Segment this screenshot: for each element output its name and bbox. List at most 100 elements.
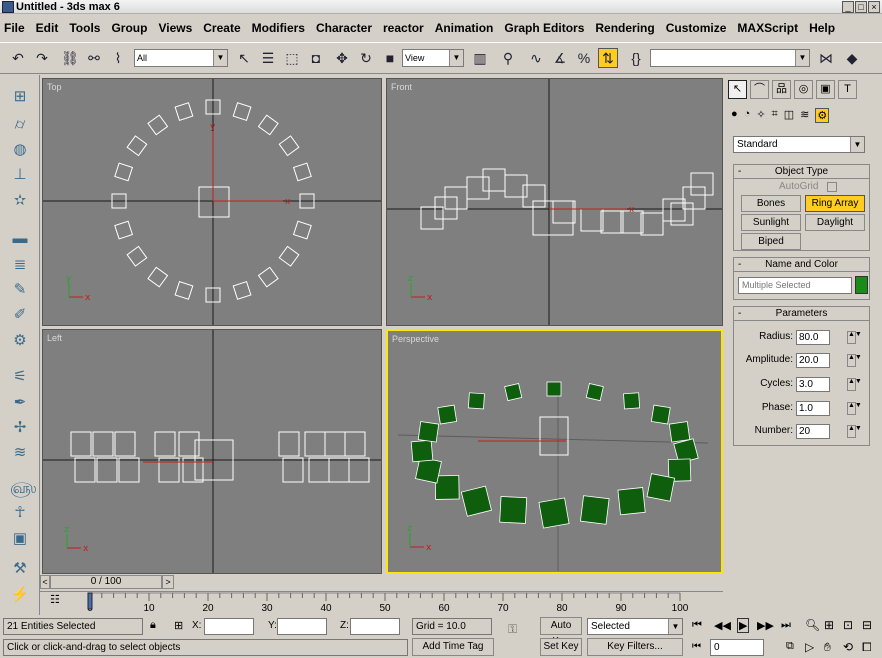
autogrid-checkbox[interactable] xyxy=(827,182,837,192)
set-key-button[interactable]: Set Key xyxy=(540,638,582,656)
key-icon[interactable]: ⚿ xyxy=(508,622,517,637)
sphere-icon[interactable]: ◍ xyxy=(10,140,30,160)
chevron-left-icon[interactable]: < xyxy=(40,575,50,589)
number-spinner[interactable]: 20 xyxy=(796,424,830,439)
biped-button[interactable]: Biped xyxy=(741,233,801,250)
unlink-icon[interactable]: ⚯ xyxy=(84,48,104,68)
bind-space-warp-icon[interactable]: ⌇ xyxy=(108,48,128,68)
modify-tab-icon[interactable]: ⌒ xyxy=(750,80,769,99)
selection-filter-select[interactable]: All ▼ xyxy=(134,49,228,67)
next-frame-icon[interactable]: ▶▶ xyxy=(757,619,774,632)
pivot-center-icon[interactable]: ▥ xyxy=(470,48,490,68)
scale-icon[interactable]: ■ xyxy=(380,48,400,68)
fork-icon[interactable]: ⚟ xyxy=(10,367,30,387)
key-filters-button[interactable]: Key Filters... xyxy=(587,638,683,656)
menu-file[interactable]: File xyxy=(4,21,25,35)
go-to-end-icon[interactable]: ⏭ xyxy=(781,619,791,632)
menu-views[interactable]: Views xyxy=(158,21,192,35)
previous-frame-icon[interactable]: ◀◀ xyxy=(714,619,731,632)
z-coord-field[interactable] xyxy=(350,618,400,635)
spinner-arrows-icon[interactable]: ▲▼ xyxy=(847,402,862,415)
track-bar[interactable]: ☷ 0102030405060708090100 xyxy=(40,591,723,613)
menu-rendering[interactable]: Rendering xyxy=(595,21,654,35)
edit-named-selection-icon[interactable]: {} xyxy=(626,48,646,68)
manipulate-icon[interactable]: ⚲ xyxy=(498,48,518,68)
select-by-name-icon[interactable]: ☰ xyxy=(258,48,278,68)
cube-icon[interactable]: ▣ xyxy=(10,529,30,549)
flame-icon[interactable]: ✢ xyxy=(10,418,30,438)
x-coord-field[interactable] xyxy=(204,618,254,635)
layers-icon[interactable]: ≣ xyxy=(10,255,30,275)
parameters-rollout-header[interactable]: - Parameters xyxy=(733,306,870,321)
maximize-button[interactable]: □ xyxy=(855,1,867,13)
object-type-rollout-header[interactable]: - Object Type xyxy=(733,164,870,179)
biped-figure-icon[interactable]: ☥ xyxy=(10,503,30,523)
key-mode-toggle-icon[interactable]: ⏮ xyxy=(692,641,701,652)
utilities-icon[interactable]: ⚡ xyxy=(10,585,30,605)
align-icon[interactable]: ◆ xyxy=(842,48,862,68)
cycles-spinner[interactable]: 3.0 xyxy=(796,377,830,392)
current-frame-field[interactable]: 0 xyxy=(710,639,764,656)
helpers-icon[interactable]: ◫ xyxy=(784,108,794,123)
menu-modifiers[interactable]: Modifiers xyxy=(252,21,305,35)
star-icon[interactable]: ✫ xyxy=(10,191,30,211)
hierarchy-tab-icon[interactable]: 品 xyxy=(772,80,791,99)
display-tab-icon[interactable]: ▣ xyxy=(816,80,835,99)
viewport-left[interactable]: Left xz xyxy=(42,329,382,574)
viewport-perspective[interactable]: Perspective xz xyxy=(386,329,723,574)
play-icon[interactable]: ▶ xyxy=(737,618,750,633)
waves-icon[interactable]: ≋ xyxy=(10,443,30,463)
maximize-viewport-icon[interactable]: ⧠ xyxy=(862,640,872,655)
brush-stroke-icon[interactable]: ✒ xyxy=(10,393,30,413)
menu-customize[interactable]: Customize xyxy=(666,21,727,35)
zoom-extents-icon[interactable]: ⊡ xyxy=(843,618,853,632)
field-of-view-icon[interactable]: ▷ xyxy=(805,640,814,654)
plane-icon[interactable]: ⊥ xyxy=(10,165,30,185)
menu-maxscript[interactable]: MAXScript xyxy=(737,21,798,35)
go-to-start-icon[interactable]: ⏮ xyxy=(692,619,702,632)
lock-icon[interactable]: 🔒︎ xyxy=(150,619,156,632)
move-icon[interactable]: ✥ xyxy=(332,48,352,68)
time-slider-thumb[interactable]: 0 / 100 xyxy=(50,575,162,589)
spinner-arrows-icon[interactable]: ▲▼ xyxy=(847,331,862,344)
menu-group[interactable]: Group xyxy=(111,21,147,35)
minimize-button[interactable]: _ xyxy=(842,1,854,13)
spiral-icon[interactable]: ௵ xyxy=(10,479,36,499)
zoom-extents-all-icon[interactable]: ⊟ xyxy=(862,618,872,632)
select-object-icon[interactable]: ↖ xyxy=(234,48,254,68)
snap-3d-icon[interactable]: ∿ xyxy=(526,48,546,68)
menu-character[interactable]: Character xyxy=(316,21,372,35)
chevron-right-icon[interactable]: > xyxy=(162,575,174,589)
add-time-tag-button[interactable]: Add Time Tag xyxy=(412,638,494,656)
create-tab-icon[interactable]: ↖ xyxy=(728,80,747,99)
menu-create[interactable]: Create xyxy=(203,21,240,35)
named-selection-select[interactable]: ▼ xyxy=(650,49,810,67)
category-select[interactable]: Standard ▼ xyxy=(733,136,865,153)
absolute-mode-icon[interactable]: ⊞ xyxy=(174,619,183,632)
auto-key-button[interactable]: Auto Key xyxy=(540,617,582,647)
motion-tab-icon[interactable]: ◎ xyxy=(794,80,813,99)
key-mode-select[interactable]: Selected ▼ xyxy=(587,618,683,635)
spinner-arrows-icon[interactable]: ▲▼ xyxy=(847,354,862,367)
radius-spinner[interactable]: 80.0 xyxy=(796,330,830,345)
utilities-tab-icon[interactable]: T xyxy=(838,80,857,99)
name-color-rollout-header[interactable]: - Name and Color xyxy=(733,257,870,272)
hammer-icon[interactable]: ⚒ xyxy=(10,559,30,579)
gear-icon[interactable]: ⚙ xyxy=(10,331,30,351)
zoom-icon[interactable]: 🔍︎ xyxy=(805,618,820,632)
menu-tools[interactable]: Tools xyxy=(69,21,100,35)
pencil-icon[interactable]: ✎ xyxy=(10,280,30,300)
percent-snap-icon[interactable]: % xyxy=(574,48,594,68)
daylight-button[interactable]: Daylight xyxy=(805,214,865,231)
menu-animation[interactable]: Animation xyxy=(435,21,494,35)
y-coord-field[interactable] xyxy=(277,618,327,635)
time-config-icon[interactable]: ⧉ xyxy=(786,640,794,653)
menu-reactor[interactable]: reactor xyxy=(383,21,424,35)
viewport-front[interactable]: Front xxz xyxy=(386,78,723,326)
close-button[interactable]: × xyxy=(868,1,880,13)
spinner-arrows-icon[interactable]: ▲▼ xyxy=(847,425,862,438)
viewport-top[interactable]: Top xyxy xyxy=(42,78,382,326)
cameras-icon[interactable]: ⌗ xyxy=(772,108,778,123)
menu-help[interactable]: Help xyxy=(809,21,835,35)
spinner-arrows-icon[interactable]: ▲▼ xyxy=(847,378,862,391)
